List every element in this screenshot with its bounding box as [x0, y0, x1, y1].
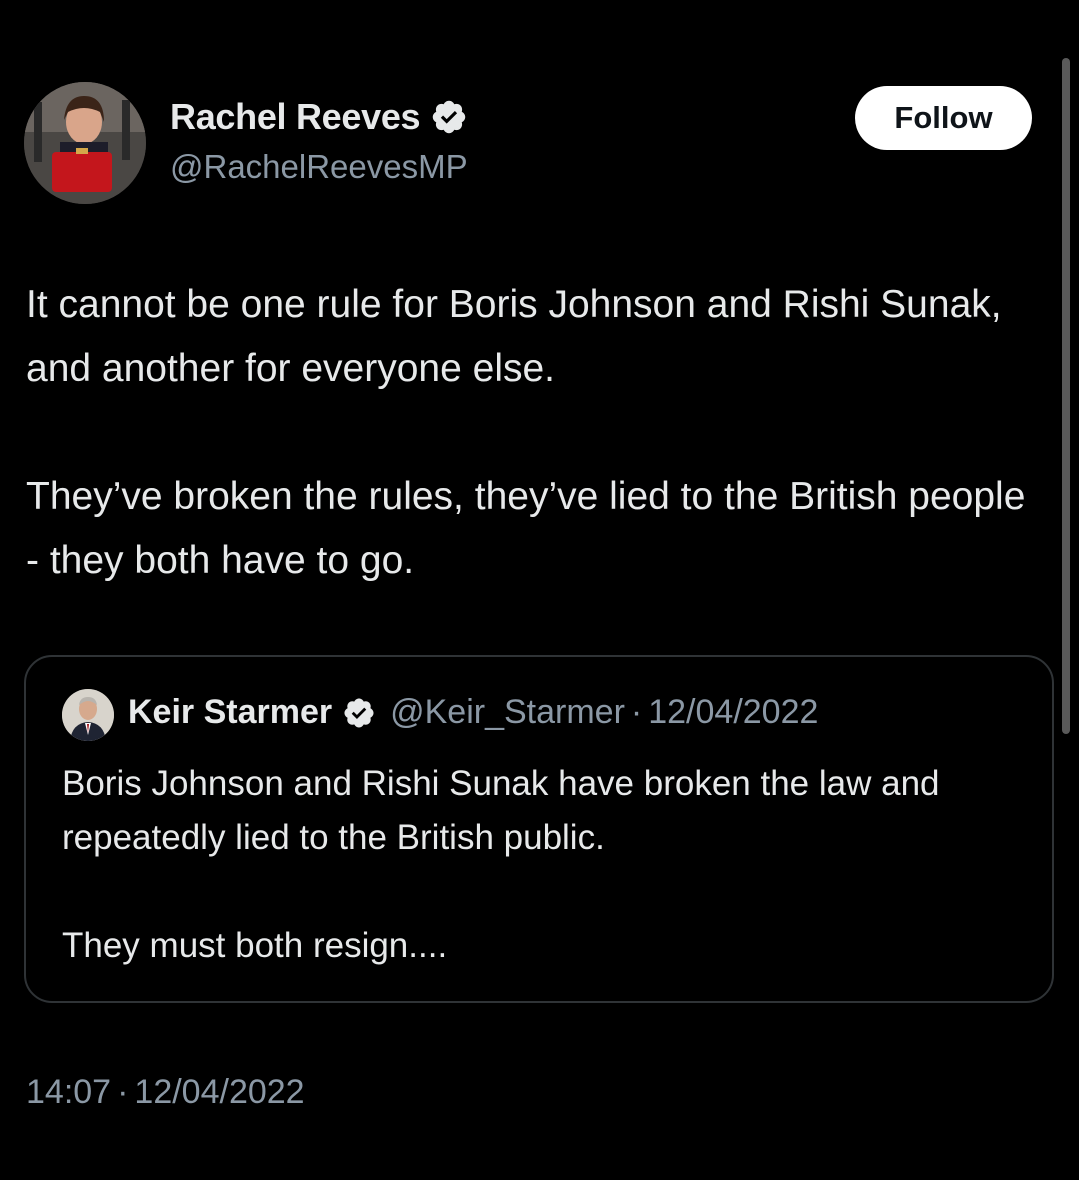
quoted-verified-badge-icon: [344, 697, 374, 728]
quoted-author-avatar-image: [62, 689, 114, 741]
quoted-tweet[interactable]: Keir Starmer @Keir_Starmer · 12/04/2022 …: [24, 655, 1054, 1003]
verified-badge-icon: [433, 100, 466, 134]
author-display-name[interactable]: Rachel Reeves: [170, 96, 421, 138]
author-avatar-image: [24, 82, 146, 204]
timestamp-separator: ·: [117, 1073, 129, 1111]
tweet-card: Rachel Reeves @RachelReevesMP Follow It …: [0, 0, 1079, 1180]
scrollbar[interactable]: [1062, 58, 1070, 734]
author-handle[interactable]: @RachelReevesMP: [170, 148, 468, 186]
quoted-author-name[interactable]: Keir Starmer: [128, 693, 332, 732]
tweet-timestamp[interactable]: 14:07 · 12/04/2022: [26, 1073, 305, 1112]
follow-button[interactable]: Follow: [855, 86, 1032, 150]
quoted-author-avatar[interactable]: [62, 689, 114, 741]
quoted-separator: ·: [630, 693, 643, 731]
author-avatar[interactable]: [24, 82, 146, 204]
author-name-row: Rachel Reeves: [170, 96, 468, 138]
quoted-tweet-date[interactable]: 12/04/2022: [648, 693, 818, 732]
tweet-date: 12/04/2022: [134, 1073, 305, 1111]
quoted-author-handle[interactable]: @Keir_Starmer: [390, 693, 625, 732]
quoted-tweet-text: Boris Johnson and Rishi Sunak have broke…: [62, 764, 940, 965]
tweet-text: It cannot be one rule for Boris Johnson …: [26, 283, 1026, 582]
tweet-time: 14:07: [26, 1073, 112, 1111]
quoted-tweet-header: Keir Starmer @Keir_Starmer · 12/04/2022: [128, 693, 818, 732]
